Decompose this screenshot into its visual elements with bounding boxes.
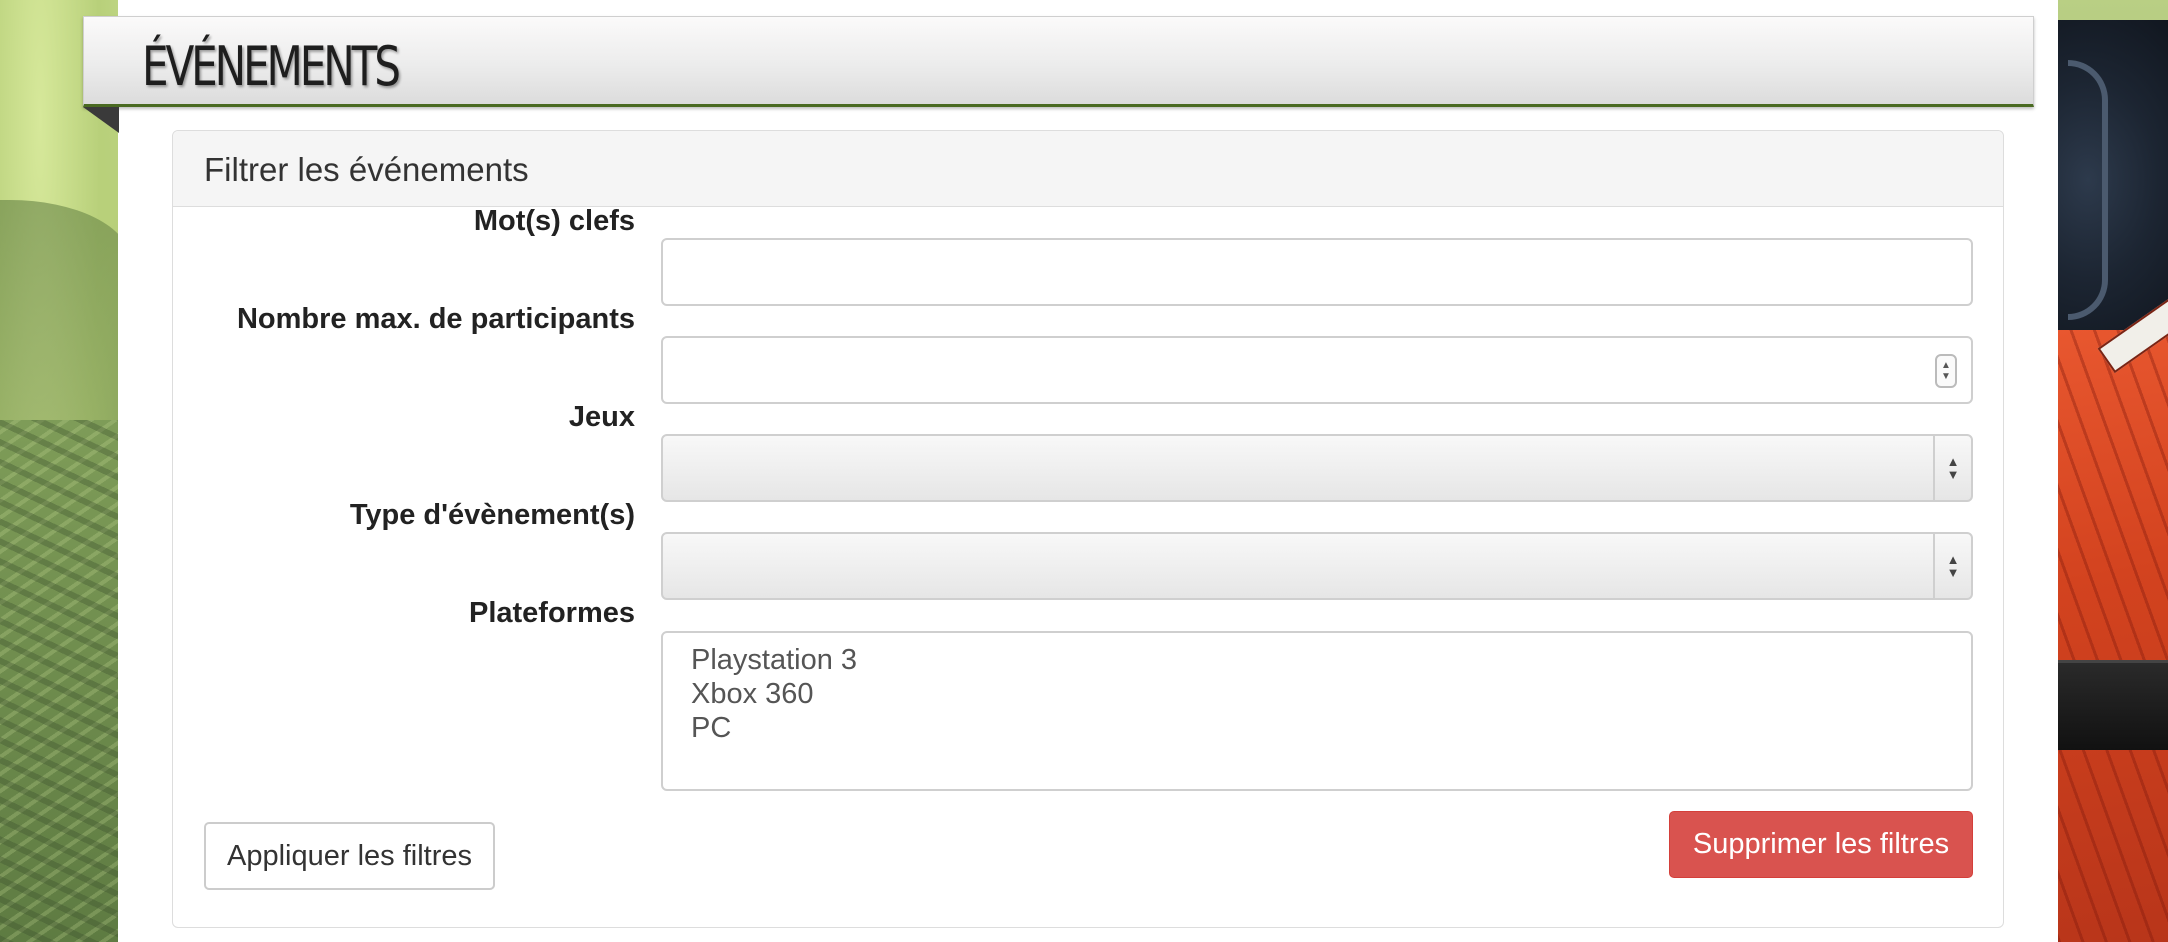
- filter-card-header: Filtrer les événements: [173, 131, 2003, 207]
- games-select[interactable]: ▲ ▼: [661, 434, 1973, 502]
- platform-option[interactable]: Xbox 360: [691, 677, 1943, 711]
- page-title: ÉVÉNEMENTS: [142, 35, 401, 98]
- updown-arrows-icon: ▲ ▼: [1933, 534, 1971, 598]
- updown-arrows-icon: ▲ ▼: [1933, 436, 1971, 500]
- event-type-label: Type d'évènement(s): [349, 499, 635, 531]
- filter-card-title: Filtrer les événements: [204, 151, 529, 188]
- keywords-input[interactable]: [661, 238, 1973, 306]
- platforms-label: Plateformes: [468, 597, 635, 629]
- max-participants-label: Nombre max. de participants: [236, 303, 635, 335]
- platforms-multiselect[interactable]: Playstation 3 Xbox 360 PC: [661, 631, 1973, 791]
- clear-filters-button[interactable]: Supprimer les filtres: [1669, 811, 1973, 878]
- character-strap: [2058, 660, 2168, 750]
- platform-option[interactable]: Playstation 3: [691, 643, 1943, 677]
- background-landscape: [0, 0, 130, 942]
- header-ribbon-fold: [83, 107, 119, 133]
- platform-option[interactable]: PC: [691, 711, 1943, 745]
- apply-filters-button[interactable]: Appliquer les filtres: [204, 822, 495, 890]
- page-header: ÉVÉNEMENTS: [83, 16, 2034, 107]
- max-participants-input[interactable]: ▲ ▼: [661, 336, 1973, 404]
- filter-card: Filtrer les événements Mot(s) clefs Nomb…: [172, 130, 2004, 928]
- spinner-down-icon[interactable]: ▼: [1941, 371, 1951, 382]
- keywords-label: Mot(s) clefs: [473, 205, 635, 237]
- event-type-select[interactable]: ▲ ▼: [661, 532, 1973, 600]
- character-helmet-rim: [2068, 60, 2108, 320]
- number-spinner-icon[interactable]: ▲ ▼: [1935, 354, 1957, 388]
- background-character: [2058, 0, 2168, 942]
- character-suit: [2058, 330, 2168, 942]
- games-label: Jeux: [568, 401, 635, 433]
- spinner-up-icon[interactable]: ▲: [1941, 360, 1951, 371]
